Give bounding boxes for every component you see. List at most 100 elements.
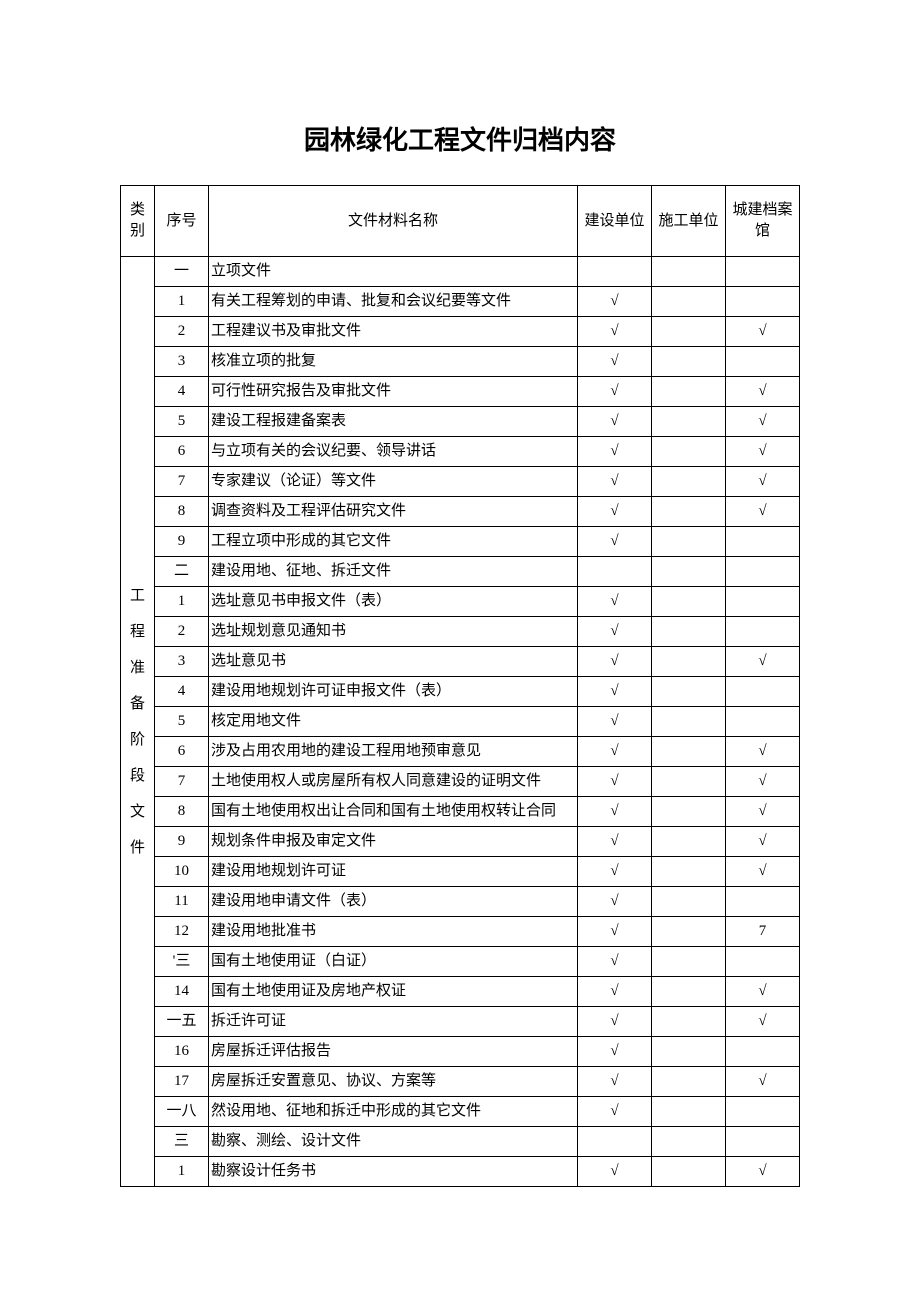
c2-cell — [652, 917, 726, 947]
name-cell: 拆迁许可证 — [209, 1007, 578, 1037]
seq-cell: 4 — [155, 677, 209, 707]
c3-cell: √ — [726, 767, 800, 797]
name-cell: 房屋拆迁评估报告 — [209, 1037, 578, 1067]
c2-cell — [652, 737, 726, 767]
table-row: 10建设用地规划许可证√√ — [121, 857, 800, 887]
seq-cell: 3 — [155, 647, 209, 677]
table-row: 4可行性研究报告及审批文件√√ — [121, 377, 800, 407]
c1-cell: √ — [578, 617, 652, 647]
header-name: 文件材料名称 — [209, 186, 578, 257]
c3-cell: √ — [726, 797, 800, 827]
seq-cell: 7 — [155, 467, 209, 497]
c1-cell: √ — [578, 857, 652, 887]
table-row: 1有关工程筹划的申请、批复和会议纪要等文件√ — [121, 287, 800, 317]
seq-cell: 9 — [155, 527, 209, 557]
c2-cell — [652, 887, 726, 917]
c3-cell — [726, 707, 800, 737]
c2-cell — [652, 1037, 726, 1067]
c2-cell — [652, 497, 726, 527]
c2-cell — [652, 407, 726, 437]
name-cell: 然设用地、征地和拆迁中形成的其它文件 — [209, 1097, 578, 1127]
archive-table: 类别 序号 文件材料名称 建设单位 施工单位 城建档案馆 工程准备阶段文件一立项… — [120, 185, 800, 1187]
c2-cell — [652, 257, 726, 287]
table-row: 1勘察设计任务书√√ — [121, 1157, 800, 1187]
table-row: 16房屋拆迁评估报告√ — [121, 1037, 800, 1067]
c1-cell: √ — [578, 587, 652, 617]
table-row: 4建设用地规划许可证申报文件（表）√ — [121, 677, 800, 707]
seq-cell: 一 — [155, 257, 209, 287]
c2-cell — [652, 977, 726, 1007]
c3-cell: √ — [726, 497, 800, 527]
c3-cell — [726, 1037, 800, 1067]
c3-cell: √ — [726, 857, 800, 887]
table-row: 12建设用地批准书√7 — [121, 917, 800, 947]
c2-cell — [652, 1127, 726, 1157]
c3-cell: √ — [726, 377, 800, 407]
seq-cell: 1 — [155, 1157, 209, 1187]
c1-cell: √ — [578, 437, 652, 467]
c1-cell: √ — [578, 497, 652, 527]
seq-cell: 9 — [155, 827, 209, 857]
seq-cell: '三 — [155, 947, 209, 977]
name-cell: 规划条件申报及审定文件 — [209, 827, 578, 857]
name-cell: 工程建议书及审批文件 — [209, 317, 578, 347]
c1-cell — [578, 1127, 652, 1157]
table-row: 1选址意见书申报文件（表）√ — [121, 587, 800, 617]
seq-cell: 16 — [155, 1037, 209, 1067]
c2-cell — [652, 1067, 726, 1097]
c1-cell: √ — [578, 287, 652, 317]
c1-cell: √ — [578, 677, 652, 707]
seq-cell: 一五 — [155, 1007, 209, 1037]
table-row: 一五拆迁许可证√√ — [121, 1007, 800, 1037]
c2-cell — [652, 677, 726, 707]
c3-cell: √ — [726, 317, 800, 347]
seq-cell: 一八 — [155, 1097, 209, 1127]
c2-cell — [652, 527, 726, 557]
seq-cell: 2 — [155, 617, 209, 647]
c3-cell — [726, 287, 800, 317]
c2-cell — [652, 557, 726, 587]
table-row: 6涉及占用农用地的建设工程用地预审意见√√ — [121, 737, 800, 767]
table-row: 三勘察、测绘、设计文件 — [121, 1127, 800, 1157]
c2-cell — [652, 1157, 726, 1187]
name-cell: 立项文件 — [209, 257, 578, 287]
c2-cell — [652, 857, 726, 887]
name-cell: 调查资料及工程评估研究文件 — [209, 497, 578, 527]
c3-cell — [726, 947, 800, 977]
c1-cell: √ — [578, 767, 652, 797]
c1-cell: √ — [578, 1067, 652, 1097]
name-cell: 国有土地使用权出让合同和国有土地使用权转让合同 — [209, 797, 578, 827]
table-header-row: 类别 序号 文件材料名称 建设单位 施工单位 城建档案馆 — [121, 186, 800, 257]
c2-cell — [652, 707, 726, 737]
c2-cell — [652, 647, 726, 677]
name-cell: 建设工程报建备案表 — [209, 407, 578, 437]
c2-cell — [652, 827, 726, 857]
c1-cell: √ — [578, 407, 652, 437]
seq-cell: 6 — [155, 737, 209, 767]
c3-cell: √ — [726, 437, 800, 467]
table-row: 14国有土地使用证及房地产权证√√ — [121, 977, 800, 1007]
seq-cell: 3 — [155, 347, 209, 377]
c3-cell: √ — [726, 1157, 800, 1187]
name-cell: 涉及占用农用地的建设工程用地预审意见 — [209, 737, 578, 767]
c3-cell: √ — [726, 467, 800, 497]
c1-cell: √ — [578, 917, 652, 947]
c1-cell: √ — [578, 1097, 652, 1127]
seq-cell: 8 — [155, 797, 209, 827]
seq-cell: 12 — [155, 917, 209, 947]
c1-cell: √ — [578, 647, 652, 677]
c1-cell: √ — [578, 527, 652, 557]
c2-cell — [652, 1097, 726, 1127]
c1-cell: √ — [578, 1007, 652, 1037]
c1-cell: √ — [578, 347, 652, 377]
c1-cell: √ — [578, 317, 652, 347]
c2-cell — [652, 347, 726, 377]
c1-cell: √ — [578, 737, 652, 767]
c3-cell — [726, 557, 800, 587]
c2-cell — [652, 767, 726, 797]
c2-cell — [652, 287, 726, 317]
c3-cell — [726, 347, 800, 377]
name-cell: 国有土地使用证（白证） — [209, 947, 578, 977]
c3-cell: 7 — [726, 917, 800, 947]
c1-cell — [578, 257, 652, 287]
